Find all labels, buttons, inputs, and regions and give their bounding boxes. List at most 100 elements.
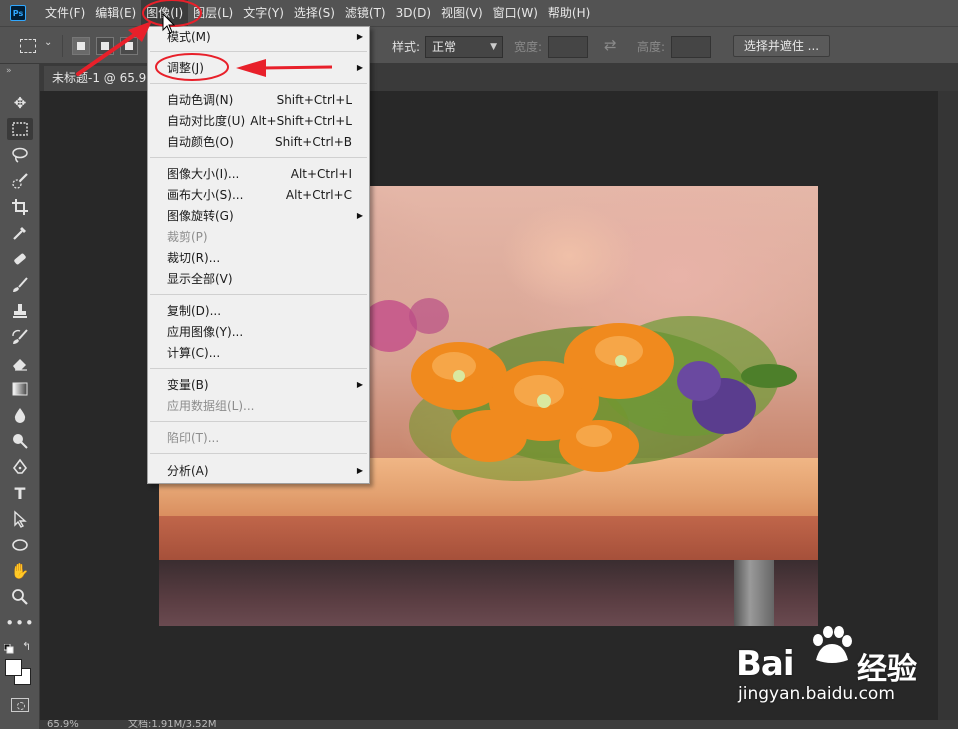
add-to-selection-button[interactable] <box>96 37 114 55</box>
width-input[interactable] <box>548 36 588 58</box>
menu-window[interactable]: 窗口(W) <box>488 0 543 26</box>
height-label: 高度: <box>637 40 666 54</box>
menu-item-image-size[interactable]: 图像大小(I)... Alt+Ctrl+I <box>148 164 369 184</box>
menu-item-reveal-all[interactable]: 显示全部(V) <box>148 269 369 289</box>
swap-colors-icon[interactable]: ↰ <box>22 640 31 653</box>
menu-item-label: 应用数据组(L)... <box>167 399 255 413</box>
style-select-value: 正常 <box>432 40 457 54</box>
document-info: 文档:1.91M/3.52M <box>128 720 217 729</box>
lasso-icon[interactable] <box>7 144 33 166</box>
menu-item-label: 复制(D)... <box>167 304 222 318</box>
menu-item-label: 计算(C)... <box>167 346 221 360</box>
flower-bouquet-graphic <box>369 298 797 481</box>
clone-stamp-icon[interactable] <box>7 300 33 322</box>
menu-separator <box>150 83 367 84</box>
submenu-arrow-icon: ▶ <box>356 466 363 475</box>
rectangular-marquee-icon[interactable] <box>7 118 33 140</box>
chevron-down-icon[interactable]: ⌄ <box>44 37 52 48</box>
menu-help[interactable]: 帮助(H) <box>543 0 595 26</box>
swap-arrows-icon[interactable]: ⇄ <box>604 36 617 54</box>
watermark-url: jingyan.baidu.com <box>738 684 895 704</box>
path-selection-icon[interactable] <box>7 508 33 530</box>
menu-item-label: 显示全部(V) <box>167 272 233 286</box>
menu-item-variables[interactable]: 变量(B) ▶ <box>148 375 369 395</box>
menu-view[interactable]: 视图(V) <box>436 0 488 26</box>
menu-item-label: 陷印(T)... <box>167 431 220 445</box>
menu-item-auto-tone[interactable]: 自动色调(N) Shift+Ctrl+L <box>148 90 369 110</box>
zoom-level[interactable]: 65.9% <box>47 720 79 729</box>
more-tools-icon[interactable]: ••• <box>5 612 34 634</box>
menu-image[interactable]: 图像(I) <box>141 0 189 26</box>
menu-item-mode[interactable]: 模式(M) ▶ <box>148 27 369 47</box>
menu-item-label: 自动颜色(O) <box>167 135 234 149</box>
menu-item-label: 自动对比度(U) <box>167 114 246 128</box>
menu-item-image-rotation[interactable]: 图像旋转(G) ▶ <box>148 206 369 226</box>
photoshop-logo: Ps <box>10 5 26 21</box>
marquee-preset-icon[interactable] <box>20 39 36 53</box>
blur-icon[interactable] <box>7 404 33 426</box>
tools-panel: » ✥ T ✋ ••• ↰ <box>0 64 40 729</box>
move-tool-icon[interactable]: ✥ <box>7 92 33 114</box>
menu-item-adjustments[interactable]: 调整(J) ▶ <box>148 58 369 78</box>
pen-icon[interactable] <box>7 456 33 478</box>
type-icon[interactable]: T <box>7 482 33 504</box>
menu-bar: Ps 文件(F) 编辑(E) 图像(I) 图层(L) 文字(Y) 选择(S) 滤… <box>0 0 958 26</box>
menu-item-auto-contrast[interactable]: 自动对比度(U) Alt+Shift+Ctrl+L <box>148 111 369 131</box>
paw-logo-icon <box>813 626 852 663</box>
menu-edit[interactable]: 编辑(E) <box>90 0 141 26</box>
menu-item-auto-color[interactable]: 自动颜色(O) Shift+Ctrl+B <box>148 132 369 152</box>
quick-selection-icon[interactable] <box>7 170 33 192</box>
menu-separator <box>150 51 367 52</box>
menu-item-apply-data-set: 应用数据组(L)... <box>148 396 369 416</box>
menu-item-apply-image[interactable]: 应用图像(Y)... <box>148 322 369 342</box>
brush-icon[interactable] <box>7 274 33 296</box>
menu-filter[interactable]: 滤镜(T) <box>340 0 391 26</box>
watermark-brand: Bai <box>736 644 795 684</box>
menu-select[interactable]: 选择(S) <box>289 0 340 26</box>
height-input[interactable] <box>671 36 711 58</box>
menu-layer[interactable]: 图层(L) <box>188 0 238 26</box>
menu-3d[interactable]: 3D(D) <box>391 0 436 26</box>
healing-brush-icon[interactable] <box>7 248 33 270</box>
submenu-arrow-icon: ▶ <box>356 32 363 41</box>
menu-item-label: 图像大小(I)... <box>167 167 240 181</box>
menu-item-label: 变量(B) <box>167 378 209 392</box>
watermark-brand-cn: 经验 <box>857 652 917 687</box>
dodge-icon[interactable] <box>7 430 33 452</box>
menu-separator <box>150 368 367 369</box>
menu-item-trap: 陷印(T)... <box>148 428 369 448</box>
default-colors-icon[interactable] <box>3 643 14 654</box>
menu-item-label: 分析(A) <box>167 464 209 478</box>
crop-icon[interactable] <box>7 196 33 218</box>
new-selection-button[interactable] <box>72 37 90 55</box>
menu-item-label: 调整(J) <box>167 61 204 75</box>
ellipse-icon[interactable] <box>7 534 33 556</box>
panel-collapse-icon[interactable]: » <box>6 66 11 76</box>
menu-item-shortcut: Alt+Ctrl+I <box>290 167 352 181</box>
menu-item-label: 自动色调(N) <box>167 93 234 107</box>
document-tab[interactable]: 未标题-1 @ 65.9% <box>44 66 154 91</box>
zoom-icon[interactable] <box>7 586 33 608</box>
subtract-selection-button[interactable] <box>120 37 138 55</box>
menu-item-shortcut: Shift+Ctrl+L <box>276 93 352 107</box>
menu-item-trim[interactable]: 裁切(R)... <box>148 248 369 268</box>
table-leg-photo-region <box>734 560 774 626</box>
menu-item-duplicate[interactable]: 复制(D)... <box>148 301 369 321</box>
menu-item-canvas-size[interactable]: 画布大小(S)... Alt+Ctrl+C <box>148 185 369 205</box>
history-brush-icon[interactable] <box>7 326 33 348</box>
eyedropper-icon[interactable] <box>7 222 33 244</box>
menu-item-analysis[interactable]: 分析(A) ▶ <box>148 461 369 481</box>
style-select[interactable]: 正常 ▼ <box>425 36 503 58</box>
hand-icon[interactable]: ✋ <box>7 560 33 582</box>
baidu-jingyan-watermark: Bai 经验 jingyan.baidu.com <box>730 622 950 712</box>
menu-separator <box>150 453 367 454</box>
eraser-icon[interactable] <box>7 352 33 374</box>
menu-item-label: 画布大小(S)... <box>167 188 244 202</box>
foreground-color-swatch[interactable] <box>5 659 22 676</box>
menu-file[interactable]: 文件(F) <box>40 0 90 26</box>
quick-mask-icon[interactable] <box>11 698 29 712</box>
gradient-icon[interactable] <box>7 378 33 400</box>
menu-item-calculations[interactable]: 计算(C)... <box>148 343 369 363</box>
select-and-mask-button[interactable]: 选择并遮住 ... <box>733 35 830 57</box>
menu-type[interactable]: 文字(Y) <box>238 0 289 26</box>
